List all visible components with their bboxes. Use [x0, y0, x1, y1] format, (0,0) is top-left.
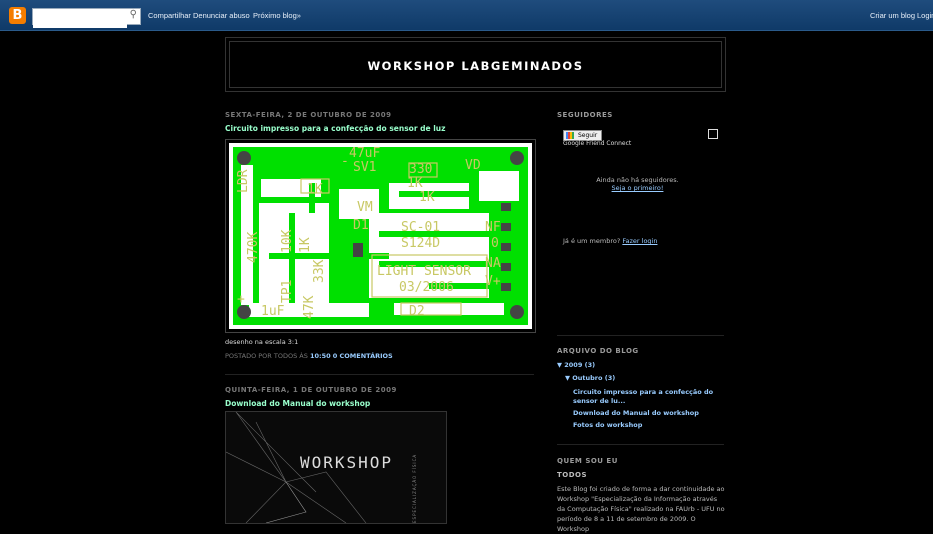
- pcb-label-1uf: 1uF: [261, 304, 285, 319]
- pcb-label-nf: NF: [485, 220, 501, 235]
- expand-icon[interactable]: [708, 129, 718, 139]
- pcb-label-33k: 33K: [312, 259, 327, 283]
- blogger-logo-icon[interactable]: B: [9, 7, 26, 24]
- gfc-label: Google Friend Connect: [563, 140, 632, 147]
- post-date: SEXTA-FEIRA, 2 DE OUTUBRO DE 2009: [225, 111, 392, 119]
- pcb-label-1k-c: 1K: [419, 190, 435, 205]
- pcb-label-minus: -: [341, 154, 349, 169]
- workshop-artwork: WORKSHOP ESPECIALIZAÇÃO FÍSICA: [226, 412, 417, 523]
- pcb-label-d1: D1: [353, 218, 369, 233]
- google-friend-connect-icon: [566, 132, 574, 139]
- archive-heading: ARQUIVO DO BLOG: [557, 347, 639, 355]
- search-box: ⚲: [32, 8, 141, 28]
- pcb-label-vd: VD: [465, 158, 481, 173]
- pcb-label-sc01: SC-01: [401, 220, 440, 235]
- sidebar-separator: [557, 444, 724, 445]
- pcb-label-year: 03/2006: [399, 280, 454, 295]
- blog-header: WORKSHOP LABGEMINADOS: [225, 37, 726, 92]
- pcb-label-1k-b: 1K: [407, 176, 423, 191]
- pcb-image: LDR 47uF SV1 330 VD 1K 1K 1K 470K 10K 1K…: [225, 139, 536, 333]
- archive-year-2009[interactable]: ▼ 2009 (3): [557, 361, 595, 369]
- post-time-link[interactable]: 10:50: [310, 352, 331, 360]
- search-icon[interactable]: ⚲: [130, 9, 137, 20]
- next-blog-link[interactable]: Próximo blog»: [253, 11, 301, 20]
- post-caption: desenho na escala 3:1: [225, 338, 299, 346]
- archive-month-outubro[interactable]: ▼ Outubro (3): [565, 374, 615, 382]
- pcb-label-47k: 47K: [302, 295, 317, 319]
- workshop-image-side-text: ESPECIALIZAÇÃO FÍSICA: [412, 454, 417, 523]
- pcb-label-470k: 470K: [246, 232, 261, 263]
- navbar: B ⚲ Compartilhar Denunciar abuso Próximo…: [0, 0, 933, 31]
- sidebar-separator: [557, 335, 724, 336]
- blog-title[interactable]: WORKSHOP LABGEMINADOS: [230, 59, 721, 73]
- pcb-label-1k-a: 1K: [307, 182, 323, 197]
- pcb-label-tp1: TP1: [280, 280, 295, 303]
- post-title[interactable]: Circuito impresso para a confecção do se…: [225, 124, 445, 133]
- post-footer: POSTADO POR TODOS ÀS 10:50 0 COMENTÁRIOS: [225, 352, 393, 360]
- post-title[interactable]: Download do Manual do workshop: [225, 399, 370, 408]
- pcb-label-vplus: V+: [485, 274, 501, 289]
- no-followers-text: Ainda não há seguidores.: [596, 176, 679, 184]
- pcb-label-sv1: SV1: [353, 160, 376, 175]
- archive-post-link[interactable]: Fotos do workshop: [573, 421, 642, 429]
- archive-post-link[interactable]: Download do Manual do workshop: [573, 409, 699, 417]
- follow-button-label: Seguir: [578, 132, 598, 139]
- pcb-label-330: 330: [409, 162, 432, 177]
- member-line: Já é um membro? Fazer login: [563, 237, 657, 245]
- pcb-label-plus: +: [237, 292, 245, 307]
- sidebar-login-link[interactable]: Fazer login: [622, 237, 657, 245]
- post-separator: [225, 374, 534, 375]
- create-blog-link[interactable]: Criar um blog: [870, 11, 915, 20]
- about-text: Este Blog foi criado de forma a dar cont…: [557, 485, 725, 533]
- search-input[interactable]: [33, 14, 127, 28]
- pcb-label-light-sensor: LIGHT SENSOR: [377, 264, 471, 279]
- no-followers-block: Ainda não há seguidores. Seja o primeiro…: [565, 176, 710, 192]
- pcb-label-d2: D2: [409, 304, 425, 319]
- pcb-label-s124d: S124D: [401, 236, 440, 251]
- pcb-label-0: 0: [491, 236, 499, 251]
- pcb-label-vm: VM: [357, 200, 373, 215]
- pcb-label-na: NA: [485, 256, 501, 271]
- archive-post-link[interactable]: Circuito impresso para a confecção do se…: [573, 388, 725, 406]
- member-prefix: Já é um membro?: [563, 237, 621, 245]
- report-abuse-link[interactable]: Denunciar abuso: [193, 11, 250, 20]
- followers-heading: SEGUIDORES: [557, 111, 613, 119]
- about-heading: QUEM SOU EU: [557, 457, 618, 465]
- post-date: QUINTA-FEIRA, 1 DE OUTUBRO DE 2009: [225, 386, 397, 394]
- pcb-label-ldr: LDR: [236, 169, 251, 193]
- workshop-image[interactable]: WORKSHOP ESPECIALIZAÇÃO FÍSICA: [225, 411, 447, 524]
- header-inner-frame: WORKSHOP LABGEMINADOS: [229, 41, 722, 88]
- be-first-link[interactable]: Seja o primeiro!: [612, 184, 664, 192]
- about-name[interactable]: TODOS: [557, 471, 587, 479]
- post-footer-prefix: POSTADO POR TODOS ÀS: [225, 352, 308, 360]
- post-comments-link[interactable]: 0 COMENTÁRIOS: [333, 352, 393, 360]
- login-link[interactable]: Login: [917, 11, 933, 20]
- workshop-image-title: WORKSHOP: [300, 453, 393, 472]
- pcb-label-10k: 10K: [280, 229, 295, 253]
- pcb-label-1k-d: 1K: [298, 237, 313, 253]
- pcb-drawing: LDR 47uF SV1 330 VD 1K 1K 1K 470K 10K 1K…: [229, 143, 532, 329]
- pcb-label-47uf: 47uF: [349, 146, 380, 161]
- share-link[interactable]: Compartilhar: [148, 11, 191, 20]
